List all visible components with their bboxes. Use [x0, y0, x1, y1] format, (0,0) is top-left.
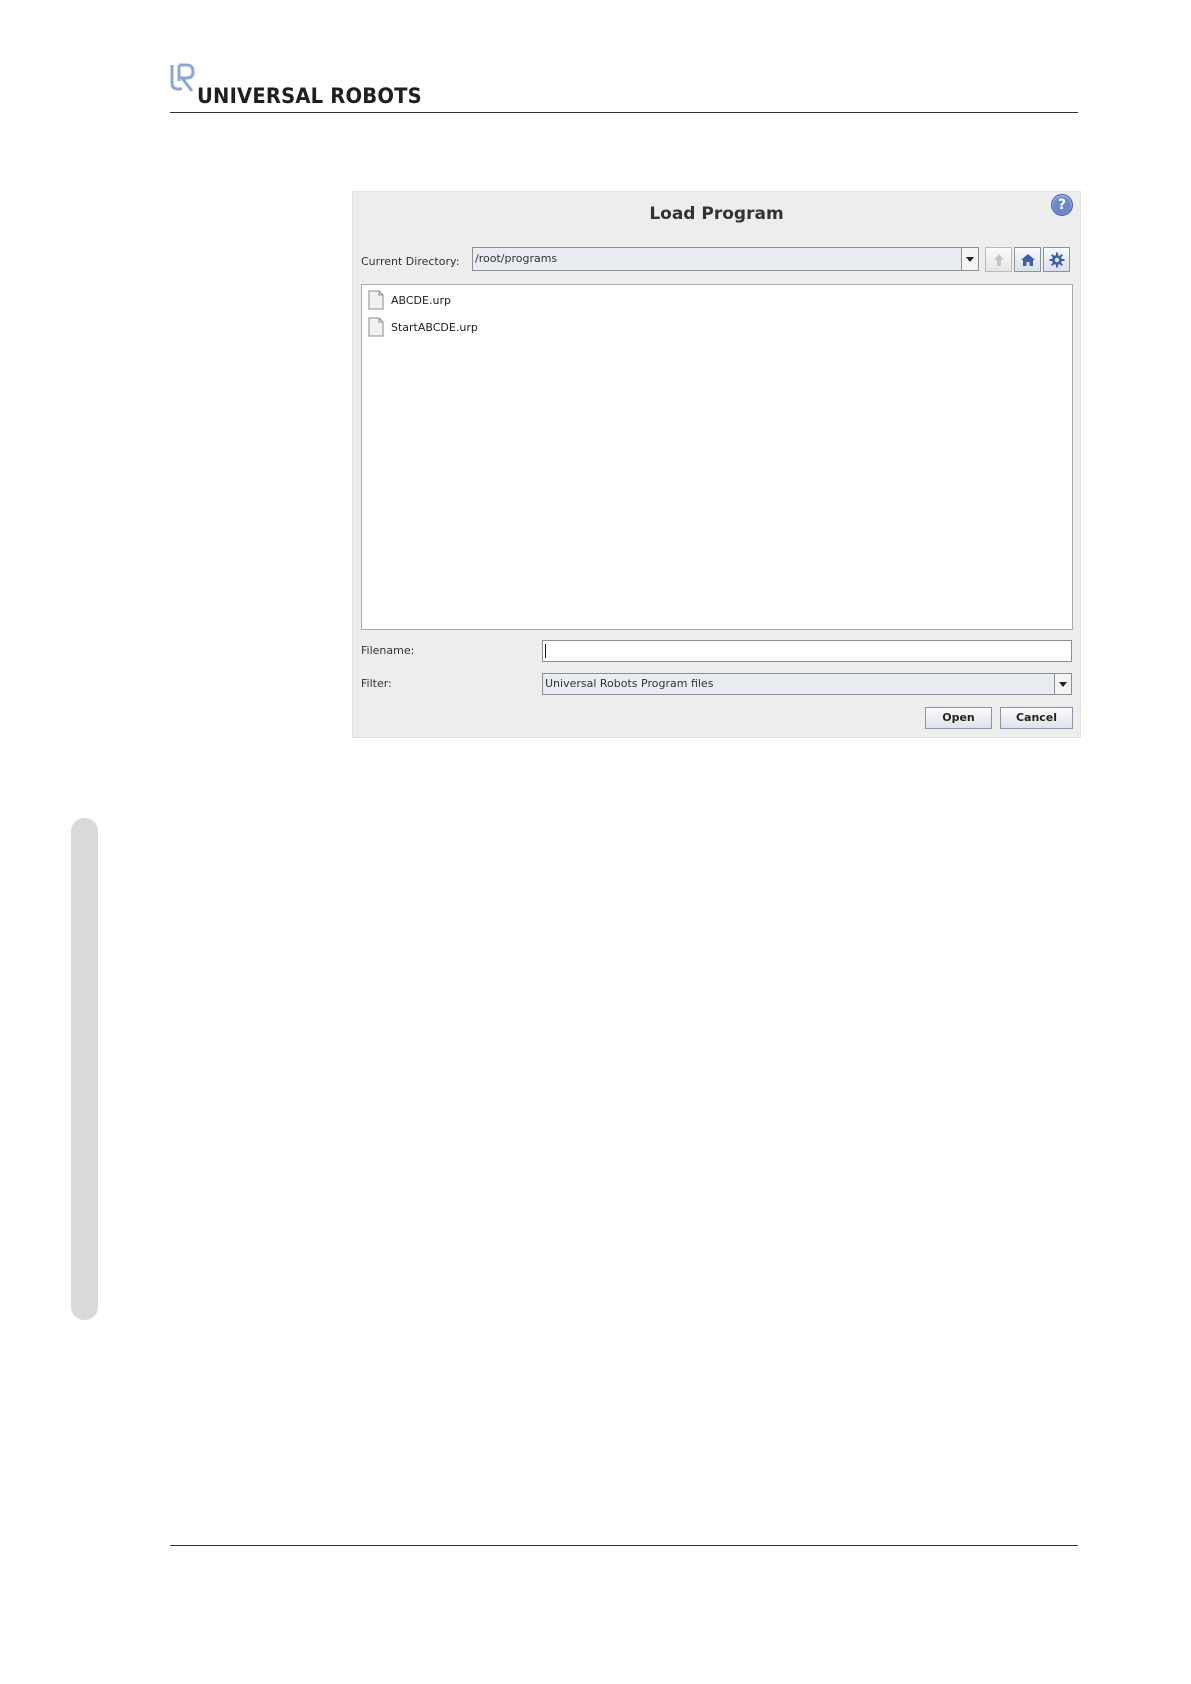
open-button[interactable]: Open — [925, 707, 992, 729]
dialog-title: Load Program — [649, 204, 784, 224]
file-icon — [368, 317, 384, 337]
filter-value: Universal Robots Program files — [545, 677, 714, 690]
chevron-down-icon[interactable] — [1054, 674, 1071, 694]
text-caret — [545, 644, 546, 658]
filter-label: Filter: — [361, 677, 392, 690]
filename-input[interactable] — [542, 640, 1072, 662]
help-icon[interactable]: ? — [1051, 194, 1073, 216]
preferences-button[interactable] — [1043, 247, 1070, 272]
file-list[interactable]: ABCDE.urp StartABCDE.urp — [361, 284, 1073, 630]
current-directory-value: /root/programs — [475, 252, 558, 265]
list-item[interactable]: ABCDE.urp — [368, 290, 451, 310]
current-directory-label: Current Directory: — [361, 255, 460, 268]
brand-name: UNIVERSAL ROBOTS — [197, 84, 422, 108]
header-divider — [170, 112, 1078, 113]
gear-icon — [1049, 252, 1064, 267]
footer-divider — [170, 1545, 1078, 1546]
list-item[interactable]: StartABCDE.urp — [368, 317, 478, 337]
current-directory-dropdown[interactable]: /root/programs — [472, 247, 979, 271]
up-folder-icon — [993, 253, 1004, 266]
filter-dropdown[interactable]: Universal Robots Program files — [542, 673, 1072, 695]
load-program-dialog: Load Program ? Current Directory: /root/… — [352, 191, 1081, 738]
home-icon — [1020, 253, 1035, 266]
cancel-button[interactable]: Cancel — [1000, 707, 1073, 729]
file-name: ABCDE.urp — [391, 293, 451, 307]
home-button[interactable] — [1014, 247, 1041, 272]
file-icon — [368, 290, 384, 310]
file-name: StartABCDE.urp — [391, 320, 478, 334]
side-tab — [71, 818, 98, 1320]
universal-robots-logo-icon — [170, 63, 195, 92]
filename-label: Filename: — [361, 644, 415, 657]
chevron-down-icon[interactable] — [961, 248, 978, 270]
up-folder-button[interactable] — [985, 247, 1012, 272]
